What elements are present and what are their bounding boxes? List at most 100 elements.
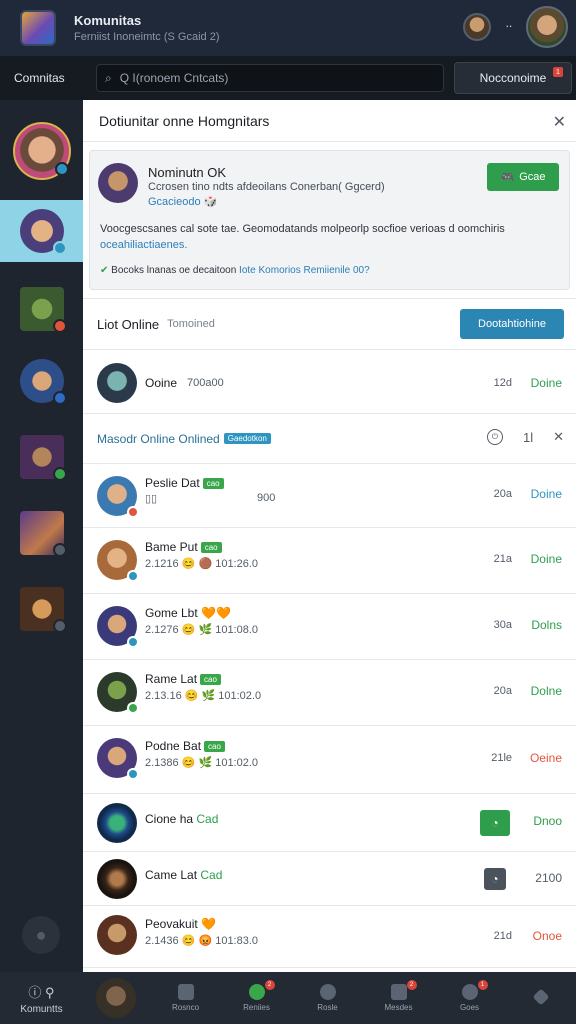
bottom-tab-1[interactable]: Rosnco xyxy=(158,984,214,1012)
chat-button[interactable]: ◔ xyxy=(484,868,506,890)
bottom-tab-label: Rosle xyxy=(317,1003,338,1012)
bottom-home-label: Komuntts xyxy=(20,1003,63,1015)
status-badge xyxy=(52,241,67,255)
list-item[interactable]: Came Lat Cad ◔ 2100 xyxy=(83,852,576,906)
search-row: Comnitas ⌕ Q I(ronoem Cntcats) Nocconoim… xyxy=(0,56,576,100)
list-item[interactable]: Bame Put cao 2.1216 😊 🟤 101:26.0 21a Doin… xyxy=(83,528,576,594)
member-tag: cao xyxy=(200,542,222,553)
list-item[interactable]: Gome Lbt 🧡🧡 2.1276 😊 🌿 101:08.0 30a Doln… xyxy=(83,594,576,660)
join-button-label: Gcae xyxy=(519,171,546,183)
member-time: 21a xyxy=(493,553,512,565)
description-link[interactable]: oceahiliactiaenes. xyxy=(100,239,187,251)
sidebar-item-community-1[interactable] xyxy=(0,118,83,184)
community-link[interactable]: Gcacieodo 🎲 xyxy=(148,195,217,208)
bottom-tab-2[interactable]: 2 Reniies xyxy=(229,980,285,1012)
status-badge xyxy=(127,570,139,582)
friend-avatar[interactable] xyxy=(463,13,492,41)
card-footer: ✔ Bocoks lnanas oe decaitoon Iote Komori… xyxy=(100,265,370,276)
game-icon xyxy=(461,984,478,1000)
member-avatar xyxy=(97,476,139,518)
list-item[interactable]: Rame Lat cao 2.13.16 😊 🌿 101:02.0 20a Dol… xyxy=(83,660,576,726)
section-controls: ⏻ 1l ✕ xyxy=(486,429,564,445)
section-tag: Gaedotkon xyxy=(223,433,271,444)
status-badge xyxy=(54,162,69,176)
close-icon[interactable]: ✕ xyxy=(553,112,566,132)
member-sub: 2.1386 😊 🌿 101:02.0 xyxy=(145,757,259,769)
community-meta: Ccrosen tino ndts afdeoilans Conerban( G… xyxy=(148,181,385,193)
bottom-tab-6[interactable] xyxy=(513,988,569,1006)
app-logo[interactable] xyxy=(20,10,56,46)
join-button[interactable]: 🎮 Gcae xyxy=(487,163,559,191)
online-list-subtitle: Tomoined xyxy=(167,318,215,330)
user-avatar[interactable] xyxy=(526,6,568,48)
member-tag: cao xyxy=(204,741,225,752)
panel-title: Dotiunitar onne Homgnitars xyxy=(99,112,270,129)
bottom-avatar[interactable] xyxy=(96,978,136,1018)
sidebar: ● xyxy=(0,100,83,972)
community-avatar xyxy=(19,435,67,481)
bottom-nav: ⓘ ⚲ Komuntts Rosnco 2 Reniies Rosle 2 Me… xyxy=(0,972,576,1024)
member-tag: Cad xyxy=(200,868,223,882)
bottom-tab-label: Goes xyxy=(459,1003,480,1012)
footer-text: Bocoks lnanas oe decaitoon xyxy=(111,265,237,276)
list-item[interactable]: Peovakuit 🧡 2.1436 😊 😡 101:83.0 21d Onoe xyxy=(83,906,576,968)
member-tag: cao xyxy=(200,674,221,685)
member-name-text: Came Lat xyxy=(145,868,198,882)
bottom-tab-3[interactable]: Rosle xyxy=(300,984,356,1012)
community-avatar xyxy=(19,359,67,405)
community-panel: Dotiunitar onne Homgnitars ✕ Nominutn OK… xyxy=(83,100,576,972)
sidebar-item-community-4[interactable] xyxy=(0,350,83,412)
eye-icon[interactable]: ᐧᐧ xyxy=(505,19,512,35)
sidebar-item-community-2[interactable] xyxy=(0,200,83,262)
member-name: Podne Bat cao xyxy=(145,739,225,753)
search-icon: ⌕ xyxy=(105,70,112,85)
community-avatar xyxy=(98,163,138,203)
sidebar-item-community-5[interactable] xyxy=(0,426,83,488)
details-button[interactable]: Dootahtiohine xyxy=(460,309,564,339)
tab-badge: 2 xyxy=(264,980,275,990)
search-placeholder: Q I(ronoem Cntcats) xyxy=(119,71,229,85)
sidebar-item-community-7[interactable] xyxy=(0,578,83,640)
power-icon[interactable]: ⏻ xyxy=(486,429,503,445)
list-item[interactable]: Cione ha Cad ◔ Dnoo xyxy=(83,794,576,852)
search-input[interactable]: ⌕ Q I(ronoem Cntcats) xyxy=(96,64,444,92)
bottom-home-button[interactable]: ⓘ ⚲ Komuntts xyxy=(0,982,83,1015)
notifications-button[interactable]: Nocconoime 1 xyxy=(454,62,572,94)
footer-link[interactable]: Iote Komorios Remiienile 00? xyxy=(239,265,370,276)
status-badge xyxy=(52,619,67,633)
member-name: Peslie Dat cao xyxy=(145,476,224,490)
sidebar-item-community-6[interactable] xyxy=(0,502,83,564)
top-right-controls: ᐧᐧ xyxy=(463,6,568,48)
community-name: Nominutn OK xyxy=(148,165,227,180)
member-time: 20a xyxy=(493,685,512,697)
bottom-tab-4[interactable]: 2 Mesdes xyxy=(371,980,427,1012)
section-count[interactable]: 1l xyxy=(523,430,533,445)
status-badge xyxy=(127,636,139,648)
member-sub: 2.1216 😊 🟤 101:26.0 xyxy=(145,558,259,570)
status-badge xyxy=(52,391,67,405)
list-item[interactable]: Podne Bat cao 2.1386 😊 🌿 101:02.0 21le Oe… xyxy=(83,726,576,794)
message-icon xyxy=(390,984,407,1000)
list-item[interactable]: Ooine 700a00 12d Doine xyxy=(83,352,576,414)
bottom-tab-5[interactable]: 1 Goes xyxy=(442,980,498,1012)
member-avatar xyxy=(97,803,137,843)
online-list-header: Liot Online Tomoined Dootahtiohine xyxy=(83,298,576,350)
member-avatar xyxy=(97,540,139,582)
member-sub: 2.1276 😊 🌿 101:08.0 xyxy=(145,624,259,636)
member-name: Peovakuit 🧡 xyxy=(145,917,216,931)
member-time: 21d xyxy=(493,930,512,942)
community-avatar xyxy=(19,587,67,633)
top-titles: Komunitas Ferniist Inoneimtc (S Gcaid 2) xyxy=(74,13,220,43)
community-avatar xyxy=(19,287,67,333)
user-placeholder-icon[interactable]: ● xyxy=(22,916,60,954)
chat-button[interactable]: ◔ xyxy=(480,810,510,836)
panel-header: Dotiunitar onne Homgnitars ✕ xyxy=(83,100,576,142)
community-card: Nominutn OK Ccrosen tino ndts afdeoilans… xyxy=(89,150,570,290)
member-status: Doine xyxy=(530,487,562,501)
member-name: Cione ha Cad xyxy=(145,812,218,826)
sidebar-item-community-3[interactable] xyxy=(0,278,83,340)
list-item[interactable]: Peslie Dat cao ▯▯ 900 20a Doine xyxy=(83,464,576,528)
member-avatar xyxy=(97,859,137,899)
close-icon[interactable]: ✕ xyxy=(553,429,564,445)
status-badge xyxy=(127,768,139,780)
